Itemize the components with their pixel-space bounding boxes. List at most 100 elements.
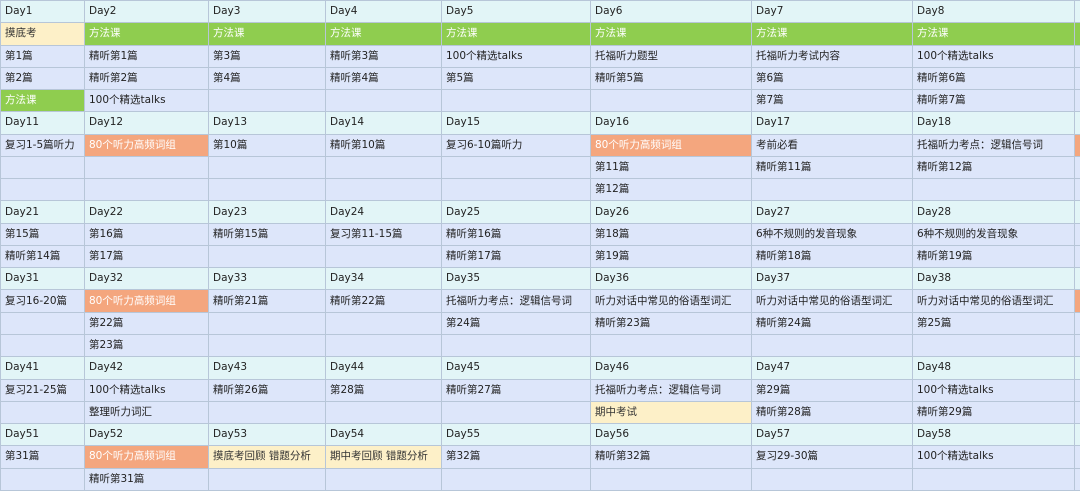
table-cell[interactable] [912, 178, 1075, 202]
table-cell[interactable]: 精听第23篇 [590, 311, 752, 335]
day-header-cell[interactable]: Day36 [590, 267, 752, 291]
table-cell[interactable]: 第12篇 [590, 178, 752, 202]
day-header-cell[interactable]: Day26 [590, 200, 752, 224]
table-cell[interactable]: 精听第7篇 [912, 89, 1075, 113]
table-cell[interactable]: 托福听力考点：逻辑信号词 [441, 289, 591, 313]
table-cell[interactable] [441, 400, 591, 425]
table-cell[interactable]: 精听第11篇 [751, 155, 913, 180]
table-cell[interactable] [0, 467, 85, 491]
table-cell[interactable]: 方法课 [441, 22, 591, 46]
table-cell[interactable]: 托福听力考试内容 [751, 44, 913, 68]
table-cell[interactable] [441, 467, 591, 491]
table-cell[interactable] [0, 155, 85, 180]
day-header-cell[interactable]: Day14 [325, 111, 442, 135]
table-cell[interactable]: 精听第15篇 [208, 222, 326, 246]
table-cell[interactable]: 精听第6篇 [912, 66, 1075, 91]
table-cell[interactable]: 听力对话中常见的俗语型词汇 [912, 289, 1075, 313]
table-cell[interactable]: 精听第12篇 [912, 155, 1075, 180]
table-cell[interactable]: 第18篇 [590, 222, 752, 246]
day-header-cell[interactable]: Day45 [441, 356, 591, 380]
day-header-cell[interactable]: Day15 [441, 111, 591, 135]
table-cell[interactable] [441, 89, 591, 113]
day-header-cell[interactable]: Day56 [590, 423, 752, 447]
day-header-cell[interactable]: Day27 [751, 200, 913, 224]
day-header-cell[interactable]: Day43 [208, 356, 326, 380]
table-cell[interactable]: 第29篇 [751, 378, 913, 402]
table-cell[interactable] [325, 89, 442, 113]
table-cell[interactable]: 方法课 [208, 22, 326, 46]
table-cell[interactable] [0, 333, 85, 358]
table-cell[interactable]: 第6篇 [751, 66, 913, 91]
day-header-cell[interactable]: Day35 [441, 267, 591, 291]
table-cell[interactable] [751, 178, 913, 202]
table-cell[interactable] [208, 178, 326, 202]
table-cell[interactable]: 精听第21篇 [208, 289, 326, 313]
table-cell[interactable]: 第2篇 [0, 66, 85, 91]
table-cell[interactable] [1074, 244, 1080, 269]
day-header-cell[interactable]: Day3 [208, 0, 326, 24]
table-cell[interactable]: 第22篇 [84, 311, 209, 335]
table-cell[interactable] [0, 311, 85, 335]
day-header-cell[interactable] [1074, 356, 1080, 380]
table-cell[interactable] [1074, 89, 1080, 113]
table-cell[interactable] [208, 333, 326, 358]
table-cell[interactable]: 复习1-5篇听力 [0, 133, 85, 157]
table-cell[interactable] [1074, 222, 1080, 246]
table-cell[interactable]: 方法课 [84, 22, 209, 46]
table-cell[interactable] [1074, 378, 1080, 402]
table-cell[interactable] [1074, 22, 1080, 46]
day-header-cell[interactable]: Day5 [441, 0, 591, 24]
table-cell[interactable]: 第1篇 [0, 44, 85, 68]
table-cell[interactable]: 复习29-30篇 [751, 445, 913, 469]
day-header-cell[interactable]: Day52 [84, 423, 209, 447]
day-header-cell[interactable]: Day41 [0, 356, 85, 380]
table-cell[interactable] [208, 244, 326, 269]
table-cell[interactable] [1074, 44, 1080, 68]
table-cell[interactable] [1074, 311, 1080, 335]
table-cell[interactable] [1074, 178, 1080, 202]
table-cell[interactable]: 托福听力考点：逻辑信号词 [590, 378, 752, 402]
table-cell[interactable]: 第23篇 [84, 333, 209, 358]
table-cell[interactable] [208, 155, 326, 180]
table-cell[interactable] [1074, 133, 1080, 157]
table-cell[interactable]: 托福听力题型 [590, 44, 752, 68]
table-cell[interactable] [208, 311, 326, 335]
table-cell[interactable]: 考前必看 [751, 133, 913, 157]
day-header-cell[interactable]: Day57 [751, 423, 913, 447]
day-header-cell[interactable]: Day12 [84, 111, 209, 135]
day-header-cell[interactable]: Day53 [208, 423, 326, 447]
table-cell[interactable]: 整理听力词汇 [84, 400, 209, 425]
day-header-cell[interactable]: Day4 [325, 0, 442, 24]
table-cell[interactable]: 精听第27篇 [441, 378, 591, 402]
table-cell[interactable] [751, 467, 913, 491]
table-cell[interactable]: 第5篇 [441, 66, 591, 91]
day-header-cell[interactable]: Day6 [590, 0, 752, 24]
table-cell[interactable]: 方法课 [590, 22, 752, 46]
day-header-cell[interactable]: Day34 [325, 267, 442, 291]
table-cell[interactable]: 复习21-25篇 [0, 378, 85, 402]
day-header-cell[interactable]: Day11 [0, 111, 85, 135]
table-cell[interactable] [1074, 467, 1080, 491]
table-cell[interactable] [912, 333, 1075, 358]
table-cell[interactable]: 80个听力高频词组 [84, 445, 209, 469]
table-cell[interactable]: 第16篇 [84, 222, 209, 246]
table-cell[interactable]: 100个精选talks [84, 89, 209, 113]
table-cell[interactable] [325, 244, 442, 269]
table-cell[interactable]: 精听第3篇 [325, 44, 442, 68]
table-cell[interactable] [441, 333, 591, 358]
table-cell[interactable]: 100个精选talks [84, 378, 209, 402]
table-cell[interactable] [1074, 400, 1080, 425]
table-cell[interactable] [1074, 445, 1080, 469]
table-cell[interactable]: 第28篇 [325, 378, 442, 402]
table-cell[interactable]: 精听第19篇 [912, 244, 1075, 269]
table-cell[interactable]: 精听第22篇 [325, 289, 442, 313]
table-cell[interactable]: 第4篇 [208, 66, 326, 91]
table-cell[interactable] [325, 467, 442, 491]
table-cell[interactable]: 精听第14篇 [0, 244, 85, 269]
table-cell[interactable]: 6种不规则的发音现象 [912, 222, 1075, 246]
table-cell[interactable]: 精听第18篇 [751, 244, 913, 269]
day-header-cell[interactable]: Day8 [912, 0, 1075, 24]
table-cell[interactable] [1074, 155, 1080, 180]
day-header-cell[interactable] [1074, 111, 1080, 135]
table-cell[interactable] [590, 467, 752, 491]
